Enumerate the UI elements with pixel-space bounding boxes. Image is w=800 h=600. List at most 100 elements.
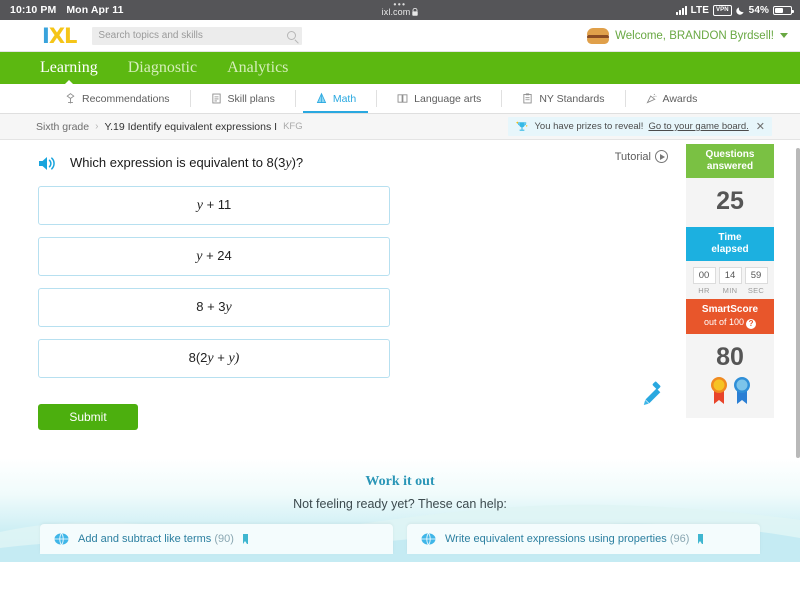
logo-letters-xl: XL — [48, 23, 78, 48]
tab-label: Recommendations — [82, 92, 170, 105]
more-dots-icon: ••• — [393, 0, 407, 9]
award-ribbons — [686, 374, 774, 418]
tutorial-label: Tutorial — [614, 150, 651, 163]
main-area: Tutorial Which expression is equivalent … — [0, 140, 800, 458]
main-nav: Learning Diagnostic Analytics — [0, 52, 800, 84]
lock-icon — [412, 8, 419, 16]
trophy-icon — [516, 120, 529, 131]
battery-percent: 54% — [748, 4, 769, 16]
score-panel: Questions answered 25 Time elapsed 00 HR… — [686, 144, 774, 458]
recommendations-icon — [64, 92, 77, 105]
vpn-badge: VPN — [713, 4, 732, 16]
ios-status-bar: 10:10 PM Mon Apr 11 ••• ixl.com LTE VPN … — [0, 0, 800, 20]
battery-icon — [773, 5, 794, 15]
option-text: 8 + 3y — [196, 299, 232, 315]
prize-text: You have prizes to reveal! — [534, 121, 644, 132]
timer-seconds: 59 SEC — [744, 267, 768, 295]
search-icon[interactable] — [287, 31, 297, 40]
game-board-link[interactable]: Go to your game board. — [648, 121, 748, 132]
play-circle-icon[interactable] — [655, 150, 668, 163]
help-card-1[interactable]: Add and subtract like terms (90) — [40, 524, 393, 554]
status-right: LTE VPN 54% — [675, 4, 800, 16]
question-area: Tutorial Which expression is equivalent … — [0, 140, 686, 458]
nav-item-learning[interactable]: Learning — [40, 59, 98, 77]
confetti-icon — [645, 92, 658, 105]
search-input[interactable]: Search topics and skills — [92, 26, 303, 45]
gem-icon — [54, 532, 69, 546]
work-it-out-section: Work it out Not feeling ready yet? These… — [0, 458, 800, 562]
option-text: y + 11 — [196, 197, 232, 213]
work-it-out-title: Work it out — [365, 474, 435, 489]
tab-label: NY Standards — [539, 92, 605, 105]
search-placeholder: Search topics and skills — [98, 30, 203, 41]
bookmark-icon[interactable] — [698, 534, 704, 544]
tab-awards[interactable]: Awards — [624, 84, 718, 113]
tab-recommendations[interactable]: Recommendations — [44, 84, 190, 113]
gem-icon — [421, 532, 436, 546]
timer: 00 HR 14 MIN 59 SEC — [686, 261, 774, 299]
status-url: ixl.com — [382, 7, 419, 17]
ixl-logo[interactable]: I XL — [42, 23, 78, 48]
breadcrumb: Sixth grade › Y.19 Identify equivalent e… — [0, 114, 800, 140]
timer-hours: 00 HR — [692, 267, 716, 295]
breadcrumb-skill: Y.19 Identify equivalent expressions I — [104, 120, 278, 133]
time-elapsed-header: Time elapsed — [686, 227, 774, 261]
questions-answered-value: 25 — [716, 187, 744, 215]
smartscore-value: 80 — [716, 343, 744, 371]
questions-answered-header: Questions answered — [686, 144, 774, 178]
prize-banner[interactable]: You have prizes to reveal! Go to your ga… — [508, 117, 772, 136]
question-row: Which expression is equivalent to 8(3y)? — [38, 154, 686, 172]
option-text: y + 24 — [196, 248, 232, 264]
questions-answered-body: 25 — [686, 178, 774, 227]
sub-nav-tabs: Recommendations Skill plans Math Languag… — [0, 84, 800, 114]
moon-icon — [735, 6, 744, 15]
smartscore-body: 80 — [686, 334, 774, 374]
nav-item-diagnostic[interactable]: Diagnostic — [128, 59, 197, 77]
welcome-label: Welcome, BRANDON Byrdsell! — [615, 29, 774, 42]
tab-ny-standards[interactable]: NY Standards — [501, 84, 624, 113]
blue-ribbon-icon — [733, 377, 750, 404]
speaker-icon[interactable] — [38, 155, 58, 172]
answer-option-4[interactable]: 8(2y + y) — [38, 339, 390, 378]
close-icon[interactable]: ✕ — [756, 120, 765, 133]
help-card-title: Write equivalent expressions using prope… — [445, 533, 690, 545]
answer-option-2[interactable]: y + 24 — [38, 237, 390, 276]
clipboard-icon — [521, 92, 534, 105]
help-cards: Add and subtract like terms (90) Write e… — [0, 511, 800, 554]
math-compass-icon — [315, 92, 328, 105]
logo-letter-i: I — [42, 23, 50, 48]
answer-option-1[interactable]: y + 11 — [38, 186, 390, 225]
question-mark-icon[interactable]: ? — [746, 319, 757, 329]
tab-label: Language arts — [414, 92, 482, 105]
smartscore-header: SmartScore out of 100? — [686, 299, 774, 334]
tab-math[interactable]: Math — [294, 84, 376, 113]
tab-label: Awards — [662, 92, 698, 105]
answer-option-3[interactable]: 8 + 3y — [38, 288, 390, 327]
timer-minutes: 14 MIN — [718, 267, 742, 295]
status-time: 10:10 PM — [10, 4, 57, 16]
network-type: LTE — [690, 4, 710, 16]
tab-language-arts[interactable]: Language arts — [376, 84, 501, 113]
book-icon — [396, 92, 409, 105]
status-left: 10:10 PM Mon Apr 11 — [0, 4, 124, 16]
tab-skill-plans[interactable]: Skill plans — [189, 84, 295, 113]
hamburger-avatar-icon — [587, 27, 610, 44]
tab-label: Math — [332, 92, 357, 105]
status-date: Mon Apr 11 — [66, 4, 124, 16]
help-card-title: Add and subtract like terms (90) — [78, 533, 234, 545]
gold-ribbon-icon — [710, 377, 727, 404]
page-scrollbar[interactable] — [796, 148, 800, 458]
breadcrumb-grade[interactable]: Sixth grade — [36, 121, 89, 133]
help-card-2[interactable]: Write equivalent expressions using prope… — [407, 524, 760, 554]
account-menu[interactable]: Welcome, BRANDON Byrdsell! — [587, 27, 788, 44]
tutorial-button[interactable]: Tutorial — [615, 150, 668, 163]
bookmark-icon[interactable] — [242, 534, 248, 544]
pencil-icon[interactable] — [636, 381, 666, 416]
signal-bars-icon — [675, 5, 687, 15]
question-text: Which expression is equivalent to 8(3y)? — [70, 155, 304, 171]
nav-item-analytics[interactable]: Analytics — [227, 59, 288, 77]
site-header: I XL Search topics and skills Welcome, B… — [0, 20, 800, 52]
breadcrumb-separator: › — [95, 121, 99, 132]
chevron-down-icon[interactable] — [780, 33, 788, 38]
submit-button[interactable]: Submit — [38, 404, 138, 430]
